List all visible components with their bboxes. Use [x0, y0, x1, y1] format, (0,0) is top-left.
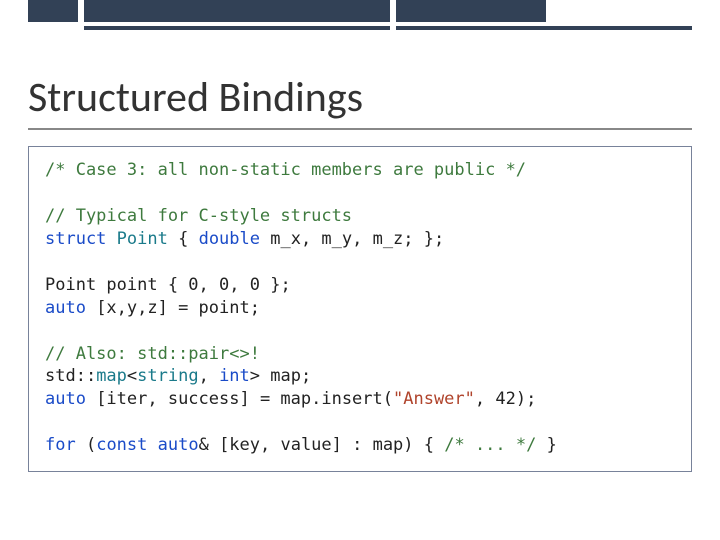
header-decoration [0, 0, 720, 36]
code-text: }; [260, 275, 291, 295]
code-comment: // Also: std::pair<>! [45, 344, 260, 364]
code-text: , [199, 275, 219, 295]
code-text: Point point { [45, 275, 188, 295]
code-text: [iter, success] = map.insert( [86, 389, 393, 409]
code-keyword: auto [45, 389, 86, 409]
code-comment: // Typical for C-style structs [45, 206, 352, 226]
code-text: > map; [250, 366, 311, 386]
code-text [147, 435, 157, 455]
code-keyword: double [199, 229, 260, 249]
deco-bar [28, 4, 78, 22]
code-text: , [199, 366, 219, 386]
deco-bar [396, 4, 546, 22]
code-text: ); [516, 389, 536, 409]
code-keyword: auto [158, 435, 199, 455]
code-keyword: struct [45, 229, 106, 249]
code-text: , [229, 275, 249, 295]
code-text: std:: [45, 366, 96, 386]
code-number: 42 [495, 389, 515, 409]
page-title: Structured Bindings [28, 72, 363, 123]
deco-bar [84, 26, 390, 30]
code-text: } [536, 435, 556, 455]
code-text: & [key, value] : map) { [199, 435, 445, 455]
code-type: Point [117, 229, 168, 249]
title-underline [28, 128, 692, 130]
code-text: { [168, 229, 199, 249]
code-type: map [96, 366, 127, 386]
deco-bar [84, 4, 390, 22]
code-number: 0 [250, 275, 260, 295]
code-text: , [475, 389, 495, 409]
code-keyword: int [219, 366, 250, 386]
code-text: [x,y,z] = point; [86, 298, 260, 318]
code-text: m_x, m_y, m_z; }; [260, 229, 444, 249]
code-block: /* Case 3: all non-static members are pu… [28, 146, 692, 472]
code-keyword: for [45, 435, 76, 455]
slide: Structured Bindings /* Case 3: all non-s… [0, 0, 720, 540]
code-comment: /* ... */ [444, 435, 536, 455]
code-number: 0 [188, 275, 198, 295]
code-keyword: auto [45, 298, 86, 318]
deco-bar [396, 26, 692, 30]
code-text: < [127, 366, 137, 386]
code-type: string [137, 366, 198, 386]
code-string: "Answer" [393, 389, 475, 409]
code-number: 0 [219, 275, 229, 295]
code-text: ( [76, 435, 96, 455]
code-comment: /* Case 3: all non-static members are pu… [45, 160, 526, 180]
code-keyword: const [96, 435, 147, 455]
